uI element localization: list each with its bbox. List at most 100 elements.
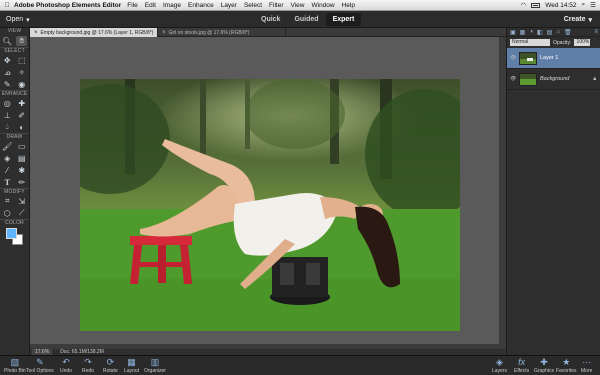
effects-button[interactable]: fx Effects bbox=[514, 357, 529, 374]
eraser-tool-icon[interactable]: ▭ bbox=[16, 141, 27, 151]
straighten-tool-icon[interactable]: ⟋ bbox=[16, 208, 27, 218]
doc-tab-label: Girl on stools.jpg @ 17.6% (RGB/8*) bbox=[168, 29, 250, 36]
tab-quick[interactable]: Quick bbox=[254, 13, 287, 26]
visibility-icon[interactable]: 👁︎ bbox=[510, 76, 516, 82]
smart-brush-icon[interactable]: ✐ bbox=[16, 110, 27, 120]
undo-label: Undo bbox=[60, 368, 72, 374]
visibility-icon[interactable]: 👁︎ bbox=[510, 55, 516, 61]
magic-wand-icon[interactable]: ✧ bbox=[16, 67, 27, 77]
notification-icon[interactable]: ☰ bbox=[590, 1, 596, 9]
photo-bin-button[interactable]: ▨ Photo Bin bbox=[4, 357, 26, 374]
foreground-color[interactable] bbox=[6, 228, 17, 239]
healing-brush-icon[interactable]: ✚ bbox=[16, 98, 27, 108]
menu-file[interactable]: File bbox=[127, 2, 137, 9]
undo-button[interactable]: ↶ Undo bbox=[60, 357, 72, 374]
bottom-taskbar: ▨ Photo Bin ✎ Tool Options ↶ Undo ↷ Redo… bbox=[0, 355, 600, 375]
photo-girl-on-stools bbox=[80, 79, 460, 331]
menu-view[interactable]: View bbox=[291, 2, 305, 9]
red-eye-icon[interactable]: ◎ bbox=[2, 98, 13, 108]
battery-icon[interactable] bbox=[531, 2, 541, 8]
more-button[interactable]: ⋯ More bbox=[581, 357, 592, 374]
layer-row-background[interactable]: 👁︎ Background 🔒︎ bbox=[507, 69, 600, 90]
menu-edit[interactable]: Edit bbox=[145, 2, 156, 9]
create-button[interactable]: Create ▾ bbox=[564, 14, 592, 25]
quick-selection-icon[interactable]: ✎ bbox=[2, 79, 13, 89]
doc-tab-empty-background[interactable]: × Empty background.jpg @ 17.6% (Layer 1,… bbox=[30, 28, 158, 37]
gradient-tool-icon[interactable]: ▤ bbox=[16, 153, 27, 163]
tab-expert[interactable]: Expert bbox=[325, 13, 362, 26]
lasso-tool-icon[interactable]: ᓄ bbox=[2, 67, 13, 77]
tab-guided[interactable]: Guided bbox=[287, 13, 325, 26]
redo-icon: ↷ bbox=[84, 357, 92, 367]
section-modify: MODIFY bbox=[0, 188, 29, 195]
graphics-icon: ✚ bbox=[540, 357, 548, 367]
tool-options-button[interactable]: ✎ Tool Options bbox=[26, 357, 54, 374]
adjustment-layer-icon[interactable]: ◑ bbox=[529, 29, 533, 35]
canvas[interactable] bbox=[30, 37, 500, 344]
tool-options-label: Tool Options bbox=[26, 368, 54, 374]
menu-help[interactable]: Help bbox=[342, 2, 355, 9]
doc-tab-girl-on-stools[interactable]: × Girl on stools.jpg @ 17.6% (RGB/8*) bbox=[158, 28, 286, 37]
layer-thumbnail bbox=[519, 51, 537, 65]
wifi-icon[interactable]: ◠ bbox=[521, 1, 527, 9]
new-layer-icon[interactable]: ▣ bbox=[510, 29, 516, 36]
menu-enhance[interactable]: Enhance bbox=[188, 2, 214, 9]
layers-icon: ◈ bbox=[496, 357, 503, 367]
zoom-tool-icon[interactable]: 🔍︎ bbox=[2, 36, 13, 46]
favorites-button[interactable]: ★ Favorites bbox=[556, 357, 577, 374]
delete-layer-icon[interactable]: 🗑︎ bbox=[564, 29, 572, 36]
more-label: More bbox=[581, 368, 593, 374]
menu-filter[interactable]: Filter bbox=[269, 2, 283, 9]
mode-tabs: Quick Guided Expert bbox=[254, 13, 362, 26]
paint-bucket-icon[interactable]: ◈ bbox=[2, 153, 13, 163]
menu-window[interactable]: Window bbox=[311, 2, 334, 9]
layer-thumbnail bbox=[519, 72, 537, 86]
hand-tool-icon[interactable]: ✋︎ bbox=[16, 36, 28, 46]
search-icon[interactable]: ⌕ bbox=[582, 1, 586, 9]
layer-row-layer-1[interactable]: 👁︎ Layer 1 bbox=[507, 48, 600, 69]
menu-select[interactable]: Select bbox=[244, 2, 262, 9]
brush-tool-icon[interactable]: 🖌︎ bbox=[2, 141, 13, 151]
blur-tool-icon[interactable]: 💧︎ bbox=[2, 122, 13, 132]
move-tool-icon[interactable]: ✥ bbox=[2, 55, 13, 65]
graphics-button[interactable]: ✚ Graphics bbox=[534, 357, 554, 374]
app-menu[interactable]: Adobe Photoshop Elements Editor bbox=[14, 2, 121, 9]
layers-button[interactable]: ◈ Layers bbox=[492, 357, 507, 374]
menu-layer[interactable]: Layer bbox=[221, 2, 237, 9]
pencil-tool-icon[interactable]: ✏︎ bbox=[16, 177, 27, 187]
clone-stamp-icon[interactable]: ⊥ bbox=[2, 110, 13, 120]
open-button[interactable]: Open ▾ bbox=[6, 14, 30, 25]
close-icon[interactable]: × bbox=[34, 30, 38, 36]
crop-tool-icon[interactable]: ⌗ bbox=[2, 196, 13, 206]
lock-all-icon[interactable]: ⌂ bbox=[556, 29, 560, 35]
opacity-field[interactable]: 100% bbox=[574, 39, 591, 46]
clock[interactable]: Wed 14:52 bbox=[545, 2, 576, 9]
effects-label: Effects bbox=[514, 368, 530, 374]
layer-mask-icon[interactable]: ◧ bbox=[537, 29, 543, 36]
lock-icon[interactable]: ▤ bbox=[547, 29, 553, 36]
layout-button[interactable]: ▦ Layout bbox=[124, 357, 139, 374]
apple-icon[interactable]:  bbox=[0, 2, 14, 9]
blend-mode-select[interactable]: Normal bbox=[510, 39, 550, 46]
eye-tool-icon[interactable]: ◉ bbox=[16, 79, 27, 89]
open-label: Open bbox=[6, 16, 24, 23]
color-picker-icon[interactable]: ⁄ bbox=[2, 165, 13, 175]
organizer-button[interactable]: ▥ Organizer bbox=[144, 357, 166, 374]
organizer-label: Organizer bbox=[144, 368, 166, 374]
create-label: Create bbox=[563, 16, 586, 23]
custom-shape-icon[interactable]: ✱ bbox=[16, 165, 27, 175]
photo-bin-label: Photo Bin bbox=[4, 368, 26, 374]
recompose-tool-icon[interactable]: ⇲ bbox=[16, 196, 27, 206]
close-icon[interactable]: × bbox=[162, 30, 166, 36]
new-group-icon[interactable]: ▦ bbox=[520, 29, 526, 36]
redo-button[interactable]: ↷ Redo bbox=[82, 357, 94, 374]
content-move-icon[interactable]: ⬡ bbox=[2, 208, 13, 218]
document-tabs: × Empty background.jpg @ 17.6% (Layer 1,… bbox=[30, 28, 506, 37]
marquee-tool-icon[interactable]: ⬚ bbox=[16, 55, 27, 65]
menu-image[interactable]: Image bbox=[163, 2, 181, 9]
graphics-label: Graphics bbox=[534, 368, 555, 374]
panel-menu-icon[interactable]: ≡ bbox=[594, 29, 600, 35]
sponge-tool-icon[interactable]: ◐ bbox=[16, 122, 27, 132]
rotate-button[interactable]: ⟳ Rotate bbox=[103, 357, 118, 374]
type-tool-icon[interactable]: T bbox=[2, 177, 13, 187]
